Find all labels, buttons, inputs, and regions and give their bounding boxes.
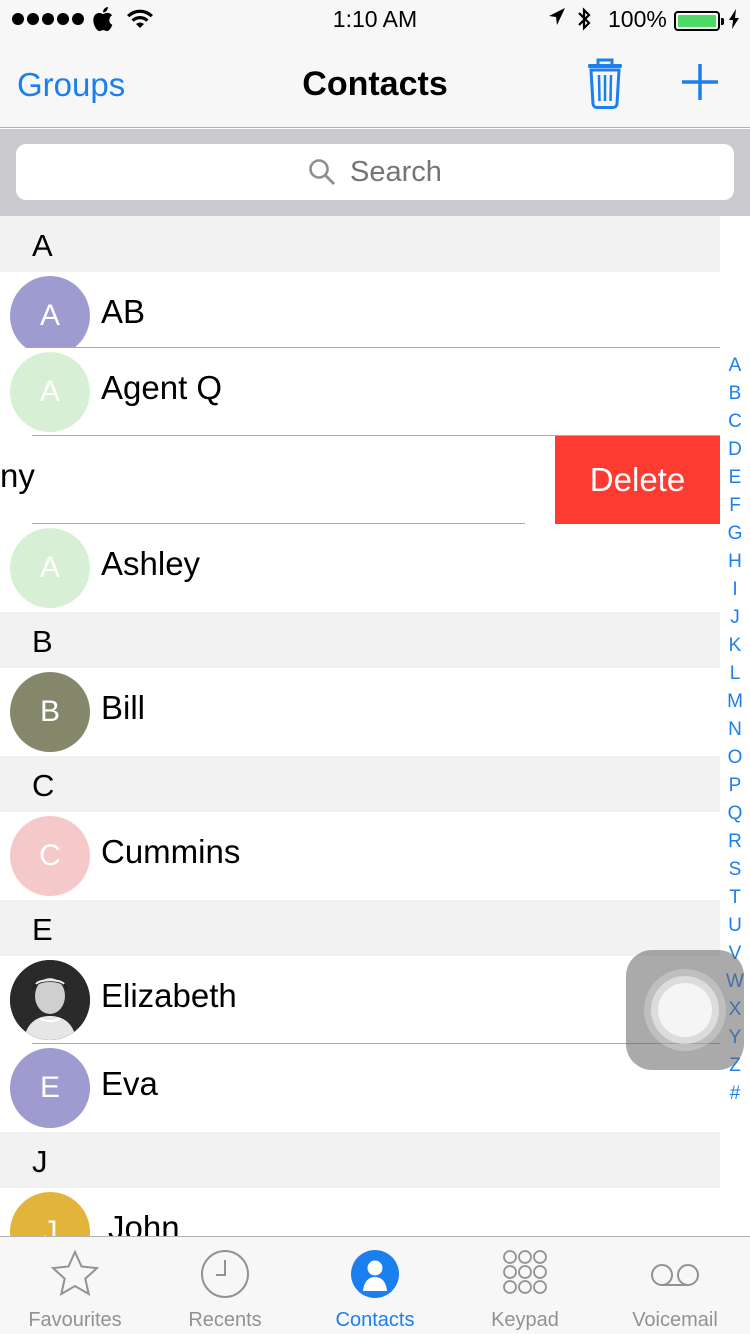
index-letter[interactable]: H — [720, 548, 750, 576]
section-letter: A — [32, 228, 53, 263]
index-letter[interactable]: J — [720, 604, 750, 632]
charging-bolt-icon — [728, 8, 740, 36]
contact-row[interactable]: A Agent Q — [0, 348, 720, 436]
assistive-touch-button[interactable] — [626, 950, 744, 1070]
contact-name: John — [108, 1209, 180, 1236]
contact-name: AB — [101, 293, 146, 330]
section-header-c: C — [0, 756, 720, 812]
index-letter[interactable]: A — [720, 352, 750, 380]
index-letter[interactable]: N — [720, 716, 750, 744]
index-letter[interactable]: T — [720, 884, 750, 912]
avatar: E — [10, 1048, 90, 1128]
contact-row[interactable]: J John — [0, 1188, 720, 1236]
section-header-b: B — [0, 612, 720, 668]
search-input[interactable] — [350, 156, 650, 189]
index-letter[interactable]: C — [720, 408, 750, 436]
battery-icon — [674, 11, 724, 31]
tab-favourites[interactable]: Favourites — [0, 1237, 150, 1334]
clock-icon — [201, 1250, 249, 1298]
tab-label: Keypad — [491, 1309, 559, 1331]
contact-name: Agent Q — [101, 369, 223, 406]
avatar: C — [10, 816, 90, 896]
contact-name: Ashley — [101, 545, 201, 582]
contact-name: ny — [0, 457, 35, 494]
index-letter[interactable]: # — [720, 1080, 750, 1108]
navigation-bar: Groups Contacts — [0, 40, 750, 128]
page-title: Contacts — [302, 65, 448, 103]
contact-name: Elizabeth — [101, 977, 237, 1014]
tab-recents[interactable]: Recents — [150, 1237, 300, 1334]
contact-name: Cummins — [101, 833, 241, 870]
search-bar[interactable] — [16, 144, 734, 200]
index-letter[interactable]: K — [720, 632, 750, 660]
avatar: A — [10, 352, 90, 432]
delete-button[interactable]: Delete — [555, 436, 720, 524]
avatar: B — [10, 672, 90, 752]
contact-name: Bill — [101, 689, 146, 726]
index-letter[interactable]: G — [720, 520, 750, 548]
tab-label: Recents — [188, 1309, 262, 1331]
section-letter: C — [32, 768, 55, 803]
tab-keypad[interactable]: Keypad — [450, 1237, 600, 1334]
index-letter[interactable]: F — [720, 492, 750, 520]
index-letter[interactable]: M — [720, 688, 750, 716]
section-header-a: A — [0, 216, 720, 272]
contact-row[interactable]: E Eva — [0, 1044, 720, 1132]
avatar: J — [10, 1192, 90, 1236]
index-letter[interactable]: R — [720, 828, 750, 856]
tab-bar: Favourites Recents Contacts Keypad Voice… — [0, 1236, 750, 1334]
index-letter[interactable]: O — [720, 744, 750, 772]
search-area — [0, 129, 750, 216]
index-letter[interactable]: E — [720, 464, 750, 492]
bluetooth-icon — [576, 6, 592, 38]
battery-percent: 100% — [608, 6, 667, 32]
index-letter[interactable]: U — [720, 912, 750, 940]
index-letter[interactable]: D — [720, 436, 750, 464]
contact-row-swiped[interactable]: ny Delete — [0, 436, 720, 524]
star-icon — [50, 1249, 100, 1297]
index-letter[interactable]: I — [720, 576, 750, 604]
location-arrow-icon — [548, 6, 566, 34]
section-letter: E — [32, 912, 53, 947]
contact-row[interactable]: A Ashley — [0, 524, 720, 612]
index-letter[interactable]: Q — [720, 800, 750, 828]
person-circle-icon — [351, 1250, 399, 1298]
voicemail-icon — [651, 1264, 699, 1286]
section-header-e: E — [0, 900, 720, 956]
section-header-j: J — [0, 1132, 720, 1188]
avatar-photo — [10, 960, 90, 1040]
tab-label: Contacts — [335, 1309, 415, 1331]
tab-voicemail[interactable]: Voicemail — [600, 1237, 750, 1334]
index-letter[interactable]: L — [720, 660, 750, 688]
contact-name: Eva — [101, 1065, 158, 1102]
tab-label: Voicemail — [632, 1309, 718, 1331]
contact-row[interactable]: Elizabeth — [0, 956, 720, 1044]
trash-icon[interactable] — [582, 54, 628, 110]
status-bar: 1:10 AM 100% — [0, 0, 750, 40]
keypad-icon — [503, 1250, 547, 1294]
avatar: A — [10, 276, 90, 356]
index-letter[interactable]: S — [720, 856, 750, 884]
index-letter[interactable]: B — [720, 380, 750, 408]
contact-row[interactable]: C Cummins — [0, 812, 720, 900]
search-icon — [308, 158, 336, 186]
add-contact-icon[interactable] — [680, 62, 720, 102]
section-letter: B — [32, 624, 53, 659]
section-letter: J — [32, 1144, 48, 1179]
tab-label: Favourites — [28, 1309, 122, 1331]
tab-contacts[interactable]: Contacts — [300, 1237, 450, 1334]
contact-row[interactable]: B Bill — [0, 668, 720, 756]
avatar: A — [10, 528, 90, 608]
contacts-list[interactable]: A A AB A Agent Q ny Delete A Ashley B B … — [0, 216, 750, 1236]
index-letter[interactable]: P — [720, 772, 750, 800]
